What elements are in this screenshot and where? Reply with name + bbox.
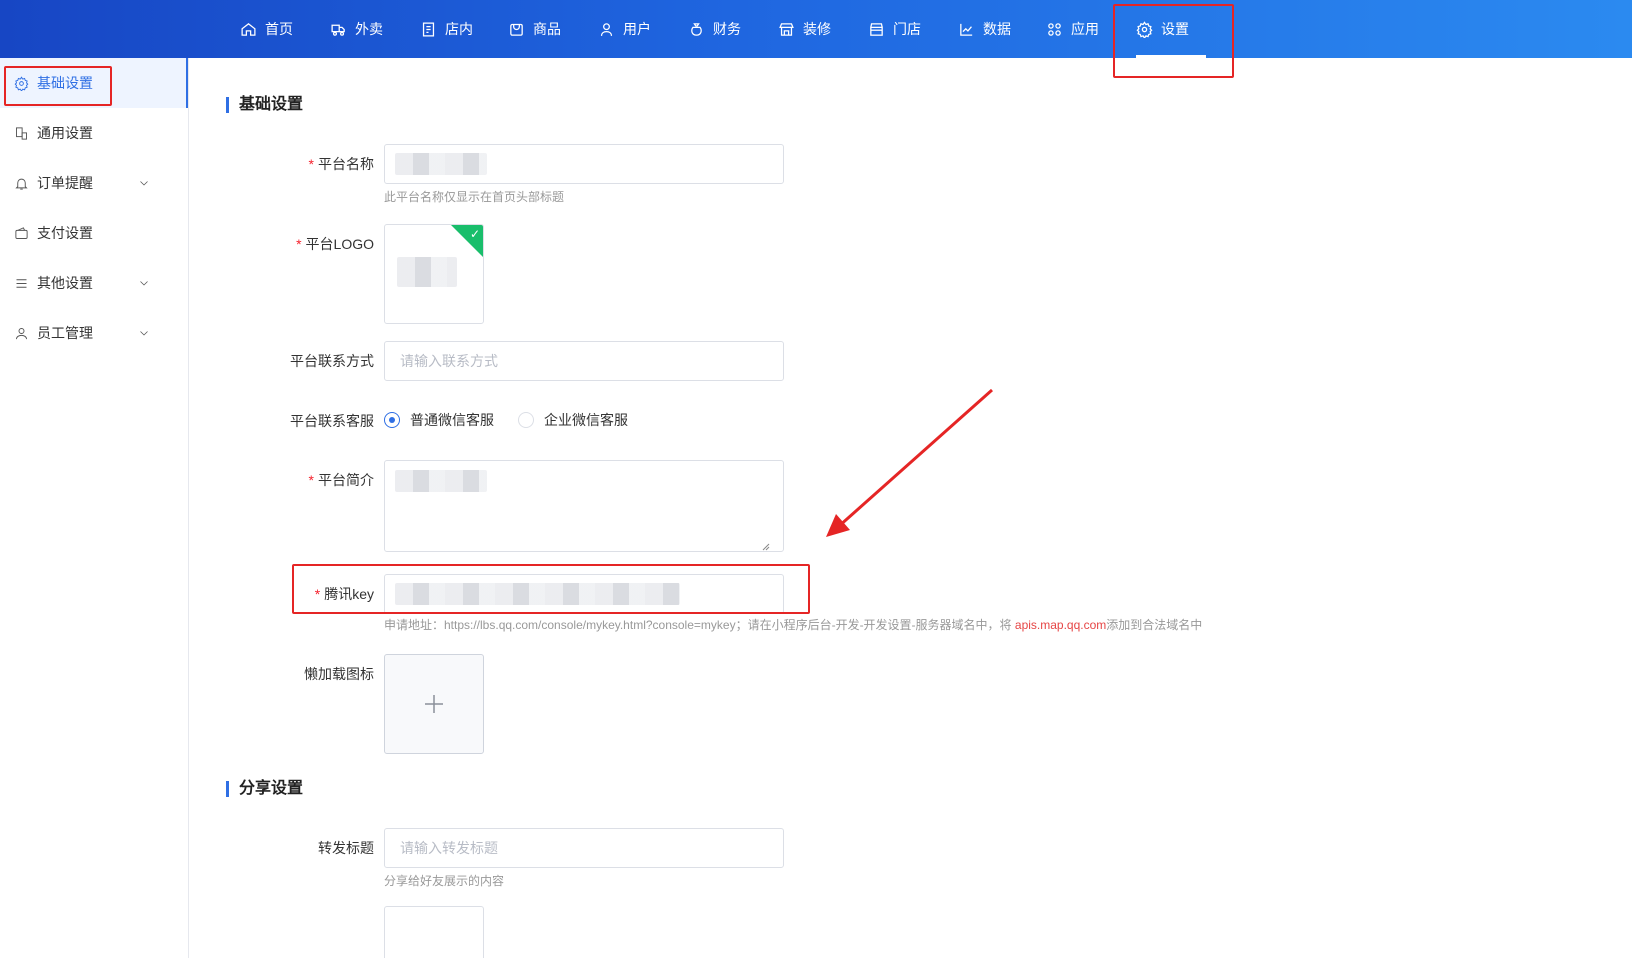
nav-stores[interactable]: 门店 (868, 0, 921, 58)
bag-icon (510, 23, 523, 36)
sidebar-item-label: 基础设置 (37, 75, 93, 91)
service-option-enterprise[interactable]: 企业微信客服 (518, 410, 628, 430)
domain-highlight: apis.map.qq.com (1014, 618, 1107, 632)
nav-delivery[interactable]: 外卖 (330, 0, 383, 58)
radio-checked (384, 412, 400, 428)
platform-logo-upload[interactable]: ✓ (384, 224, 484, 324)
nav-finance[interactable]: 财务 (688, 0, 741, 58)
nav-apps[interactable]: 应用 (1046, 0, 1099, 58)
nav-decoration[interactable]: 装修 (778, 0, 831, 58)
blurred-value (395, 470, 487, 492)
contact-label: 平台联系方式 (290, 353, 374, 369)
sidebar-item-label: 通用设置 (37, 125, 93, 141)
blurred-logo (397, 257, 457, 287)
nav-label: 应用 (1071, 21, 1099, 37)
sidebar-item-label: 订单提醒 (37, 175, 93, 191)
sidebar-item-label: 员工管理 (37, 325, 93, 341)
gear-icon (14, 75, 29, 91)
main-content: 基础设置 * 平台名称 此平台名称仅显示在首页头部标题 * 平台LOGO ✓ 平台联… (190, 58, 1632, 958)
section-title-share: 分享设置 (226, 781, 303, 797)
apps-icon (1048, 22, 1061, 36)
store-icon (870, 22, 883, 36)
lazy-icon-upload[interactable] (384, 654, 484, 754)
required-mark: * (308, 156, 314, 172)
platform-name-label: * 平台名称 (308, 156, 374, 172)
share-image-upload[interactable] (384, 906, 484, 958)
nav-label: 外卖 (355, 21, 383, 37)
blurred-value (395, 153, 487, 175)
chevron-down-icon (140, 181, 148, 186)
nav-label: 店内 (445, 21, 473, 37)
sidebar-item-general-settings[interactable]: 通用设置 (0, 108, 188, 158)
devices-icon (16, 126, 27, 140)
nav-home[interactable]: 首页 (240, 0, 293, 58)
blurred-value (395, 583, 680, 605)
nav-data[interactable]: 数据 (958, 0, 1011, 58)
gear-icon (1136, 20, 1153, 38)
service-option-normal[interactable]: 普通微信客服 (384, 410, 494, 430)
nav-label: 首页 (265, 21, 293, 37)
person-icon (16, 327, 27, 339)
nav-dine-in[interactable]: 店内 (420, 0, 473, 58)
tencent-key-hint: 申请地址：https://lbs.qq.com/console/mykey.ht… (384, 618, 1203, 632)
nav-settings[interactable]: 设置 (1136, 0, 1206, 58)
menu-lines-icon (16, 278, 27, 288)
nav-label: 财务 (713, 21, 741, 37)
nav-label: 商品 (533, 21, 561, 37)
user-icon (600, 22, 613, 36)
radio-unchecked (518, 412, 534, 428)
money-bag-icon (691, 22, 702, 36)
nav-label: 门店 (893, 21, 921, 37)
chevron-down-icon (140, 331, 148, 336)
share-title-input[interactable] (384, 828, 784, 868)
intro-label: * 平台简介 (308, 472, 374, 488)
section-title-basic: 基础设置 (226, 97, 303, 113)
share-title-hint: 分享给好友展示的内容 (384, 874, 505, 888)
home-icon (241, 22, 256, 36)
tencent-key-label: * 腾讯key (314, 586, 374, 602)
platform-name-hint: 此平台名称仅显示在首页头部标题 (384, 190, 565, 204)
radio-label: 普通微信客服 (410, 412, 494, 428)
delivery-icon (331, 24, 345, 36)
service-label: 平台联系客服 (290, 413, 374, 429)
share-title-label: 转发标题 (318, 840, 374, 856)
resize-handle-icon[interactable] (760, 541, 770, 551)
sidebar-item-staff-management[interactable]: 员工管理 (0, 308, 188, 358)
sidebar-item-basic-settings[interactable]: 基础设置 (0, 58, 188, 108)
nav-label: 用户 (623, 21, 651, 37)
required-mark: * (296, 236, 302, 252)
bell-icon (15, 178, 28, 190)
nav-users[interactable]: 用户 (598, 0, 651, 58)
shop-decor-icon (779, 22, 794, 36)
sidebar-item-payment-settings[interactable]: 支付设置 (0, 208, 188, 258)
check-icon: ✓ (469, 227, 480, 241)
wallet-icon (15, 226, 28, 239)
nav-label: 设置 (1161, 21, 1189, 37)
nav-label: 装修 (803, 21, 831, 37)
plus-icon (425, 695, 443, 713)
nav-label: 数据 (983, 21, 1011, 37)
sidebar-item-other-settings[interactable]: 其他设置 (0, 258, 188, 308)
platform-logo-label: * 平台LOGO (296, 236, 374, 252)
chevron-down-icon (140, 281, 148, 286)
contact-input[interactable] (384, 341, 784, 381)
top-navigation: 首页 外卖 店内 商品 用户 财务 装修 门店 数据 应用 设置 (0, 0, 1632, 58)
sidebar-item-label: 其他设置 (37, 275, 93, 291)
required-mark: * (308, 472, 314, 488)
sidebar: 基础设置 通用设置 订单提醒 支付设置 其他设置 员工管理 (0, 58, 189, 958)
sidebar-item-order-reminder[interactable]: 订单提醒 (0, 158, 188, 208)
chart-icon (960, 23, 973, 36)
lazy-icon-label: 懒加载图标 (304, 666, 374, 682)
sidebar-item-label: 支付设置 (37, 225, 93, 241)
radio-label: 企业微信客服 (544, 412, 628, 428)
store-inside-icon (422, 21, 435, 37)
nav-products[interactable]: 商品 (508, 0, 561, 58)
required-mark: * (314, 586, 321, 602)
